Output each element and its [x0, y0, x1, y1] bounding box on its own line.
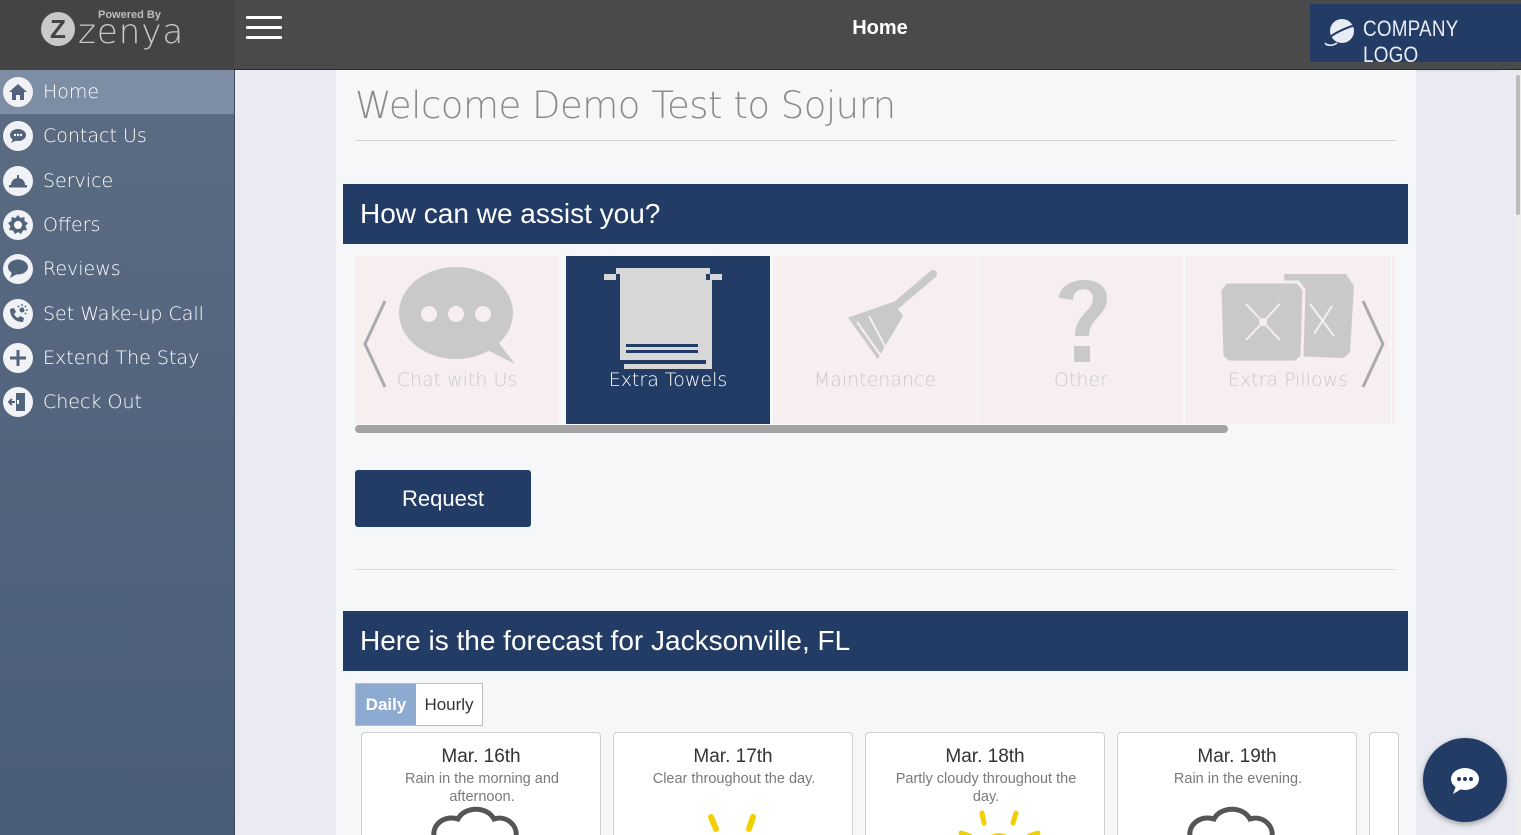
speech-bubble-icon	[3, 254, 33, 285]
page-title: Home	[852, 17, 908, 39]
request-button[interactable]: Request	[355, 470, 531, 527]
option-label: Maintenance	[813, 369, 937, 391]
forecast-day-card: Mar. 17th Clear throughout the day.	[613, 732, 853, 835]
sidebar-item-offers[interactable]: Offers	[0, 203, 234, 247]
brand-name: zenya	[78, 12, 185, 52]
question-icon	[1059, 279, 1107, 362]
forecast-day-card: Mar. 18th Partly cloudy throughout the d…	[865, 732, 1105, 835]
exit-door-icon	[3, 387, 33, 418]
forecast-day-card-partial	[1369, 732, 1399, 835]
option-label: Extra Towels	[608, 369, 728, 391]
option-other[interactable]: Other	[979, 256, 1183, 424]
carousel-next-arrow-icon[interactable]	[1359, 299, 1389, 389]
sidebar-item-label: Reviews	[43, 258, 121, 281]
home-icon	[3, 77, 33, 108]
plus-icon	[3, 342, 33, 373]
sidebar-item-home[interactable]: Home	[0, 70, 234, 115]
sidebar-item-label: Check Out	[43, 391, 142, 414]
option-next-partial	[1392, 256, 1395, 424]
zenya-mark: Z	[41, 12, 75, 46]
phone-sun-icon	[3, 298, 33, 329]
sidebar-item-check-out[interactable]: Check Out	[0, 380, 234, 424]
option-maintenance[interactable]: Maintenance	[773, 256, 977, 424]
forecast-day-card: Mar. 19th Rain in the evening.	[1117, 732, 1357, 835]
option-label: Other	[1054, 369, 1108, 391]
globe-icon	[1324, 19, 1356, 47]
chat-bubble-icon	[3, 121, 33, 152]
sun-icon	[708, 814, 756, 832]
sidebar-item-service[interactable]: Service	[0, 159, 234, 203]
service-bell-icon	[3, 165, 33, 196]
company-logo-text: COMPANY LOGO	[1363, 16, 1499, 72]
sidebar-item-label: Home	[43, 81, 100, 104]
tab-hourly[interactable]: Hourly	[416, 684, 482, 725]
request-carousel: Chat with Us Extra Towels Maintenance Ot…	[355, 256, 1395, 424]
sidebar-item-label: Offers	[43, 214, 101, 237]
forecast-toggle: Daily Hourly	[355, 683, 483, 726]
sidebar-item-extend-stay[interactable]: Extend The Stay	[0, 336, 234, 380]
company-logo[interactable]: COMPANY LOGO	[1310, 4, 1521, 72]
forecast-heading: Here is the forecast for Jacksonville, F…	[343, 611, 1408, 671]
divider	[355, 140, 1396, 141]
tab-daily[interactable]: Daily	[356, 684, 416, 725]
page-scrollbar[interactable]	[1515, 70, 1521, 835]
page-scrollbar-thumb[interactable]	[1516, 75, 1520, 215]
broom-icon	[846, 270, 937, 361]
brand-logo[interactable]: Z Powered By zenya	[0, 0, 234, 70]
option-extra-towels[interactable]: Extra Towels	[566, 256, 770, 424]
sidebar-item-reviews[interactable]: Reviews	[0, 247, 234, 291]
chat-launcher-button[interactable]	[1423, 738, 1507, 822]
badge-icon	[3, 210, 33, 241]
chat-dots-icon	[1451, 768, 1479, 794]
sidebar-item-wake-up-call[interactable]: Set Wake-up Call	[0, 291, 234, 335]
main-content: Welcome Demo Test to Sojurn How can we a…	[336, 70, 1416, 835]
cloud-rain-icon	[1187, 806, 1275, 835]
sidebar-item-label: Extend The Stay	[43, 346, 200, 369]
welcome-heading: Welcome Demo Test to Sojurn	[355, 84, 896, 127]
towel-icon	[604, 268, 722, 369]
divider	[355, 569, 1396, 570]
cloud-rain-icon	[431, 806, 519, 835]
assist-heading: How can we assist you?	[343, 184, 1408, 244]
sidebar-item-label: Contact Us	[43, 125, 147, 148]
sidebar-item-contact-us[interactable]: Contact Us	[0, 114, 234, 158]
partly-cloudy-icon	[958, 810, 1041, 835]
zenya-mark-letter: Z	[50, 14, 66, 44]
sidebar: Home Contact Us Service Offers Reviews S…	[0, 70, 235, 835]
sidebar-item-label: Set Wake-up Call	[43, 302, 204, 325]
sidebar-item-label: Service	[43, 169, 114, 192]
forecast-day-card: Mar. 16th Rain in the morning and aftern…	[361, 732, 601, 835]
hamburger-menu-icon[interactable]	[246, 16, 282, 42]
top-bar: Z Powered By zenya Home COMPANY LOGO	[0, 0, 1521, 72]
carousel-prev-arrow-icon[interactable]	[359, 299, 389, 389]
carousel-scrollbar[interactable]	[355, 425, 1228, 433]
